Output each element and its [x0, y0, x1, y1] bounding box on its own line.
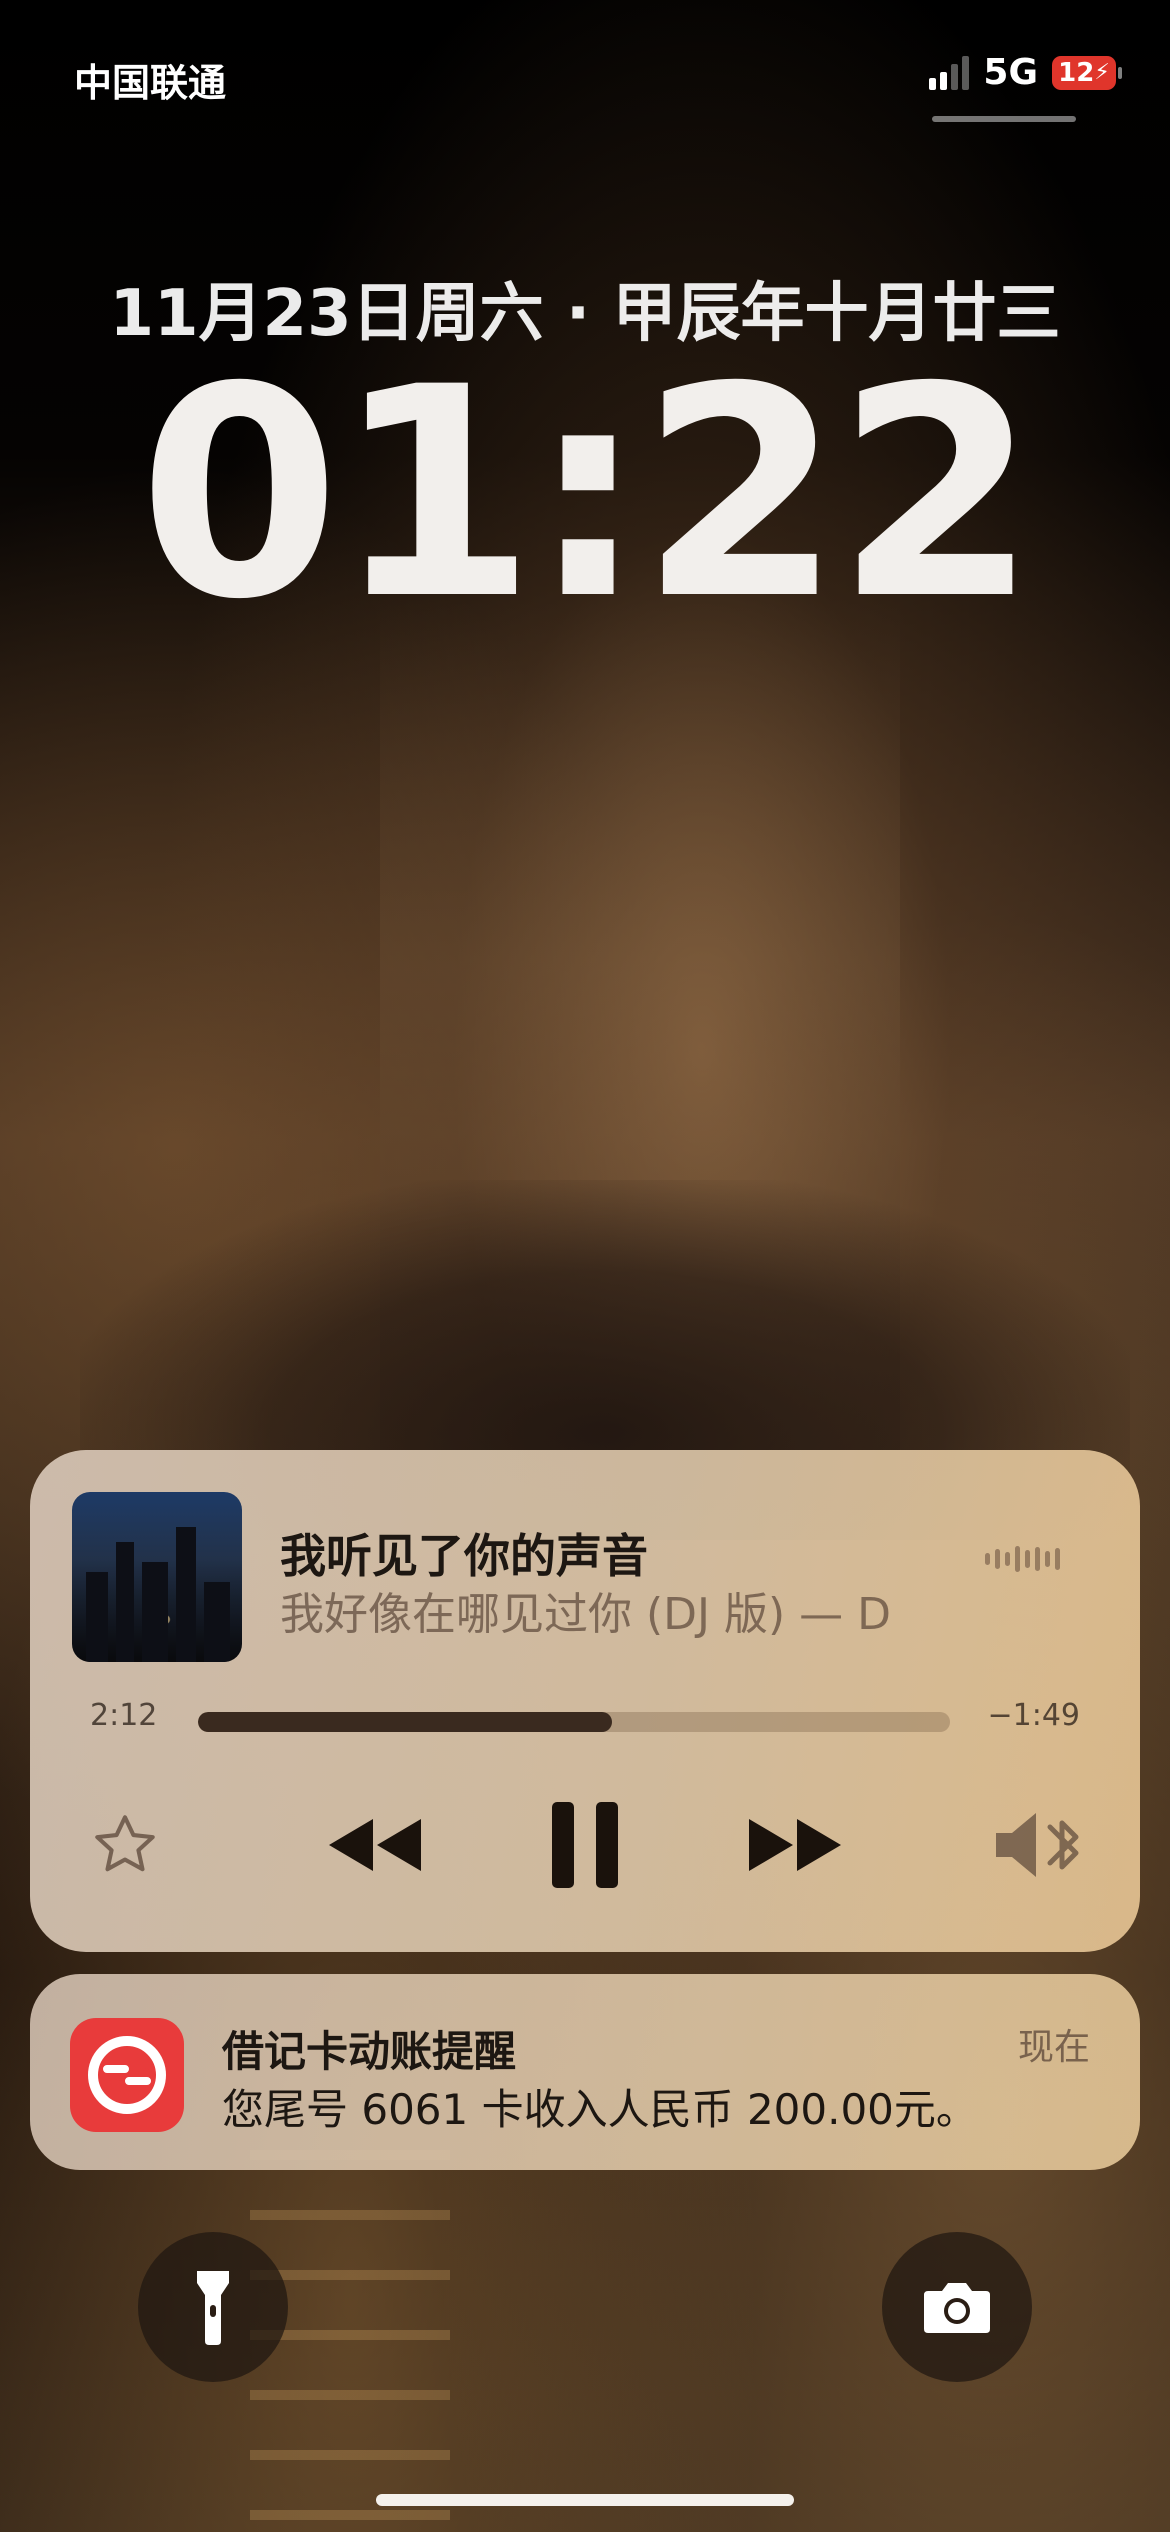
elapsed-time: 2:12 [90, 1698, 158, 1733]
control-center-indicator[interactable] [932, 116, 1076, 122]
network-type: 5G [983, 52, 1038, 93]
camera-button[interactable] [882, 2232, 1032, 2382]
song-title: 我听见了你的声音 [280, 1529, 648, 1583]
battery-level: 12 [1058, 57, 1095, 88]
album-artwork[interactable] [72, 1492, 242, 1662]
star-icon[interactable] [70, 1790, 180, 1900]
bluetooth-speaker-icon[interactable] [980, 1790, 1100, 1900]
rewind-icon[interactable] [300, 1790, 450, 1900]
flashlight-icon [197, 2271, 229, 2345]
flashlight-button[interactable] [138, 2232, 288, 2382]
now-playing-widget[interactable]: 我听见了你的声音 我好像在哪见过你 (DJ 版) — D 2:12 −1:49 [30, 1450, 1140, 1952]
camera-icon [924, 2283, 990, 2333]
bank-app-icon [70, 2018, 184, 2132]
notification-time: 现在 [1017, 2027, 1090, 2068]
playback-controls [30, 1790, 1140, 1900]
playback-progress-bar[interactable] [198, 1712, 950, 1732]
carrier-name: 中国联通 [74, 61, 227, 105]
fast-forward-icon[interactable] [720, 1790, 870, 1900]
remaining-time: −1:49 [987, 1698, 1080, 1733]
bank-notification[interactable]: 借记卡动账提醒 您尾号 6061 卡收入人民币 200.00元。 现在 [30, 1974, 1140, 2170]
status-indicators: 5G 12 ⚡ [929, 52, 1122, 93]
audio-waveform-icon [985, 1546, 1060, 1572]
notification-body: 您尾号 6061 卡收入人民币 200.00元。 [222, 2085, 978, 2134]
playback-progress-fill [198, 1712, 612, 1732]
lock-time: 01:22 [138, 326, 1037, 663]
pause-icon[interactable] [510, 1790, 660, 1900]
home-indicator[interactable] [376, 2494, 794, 2506]
signal-icon [929, 55, 970, 90]
battery-icon: 12 ⚡ [1052, 55, 1122, 90]
notification-title: 借记卡动账提醒 [222, 2027, 517, 2076]
song-subtitle: 我好像在哪见过你 (DJ 版) — D [280, 1589, 892, 1640]
